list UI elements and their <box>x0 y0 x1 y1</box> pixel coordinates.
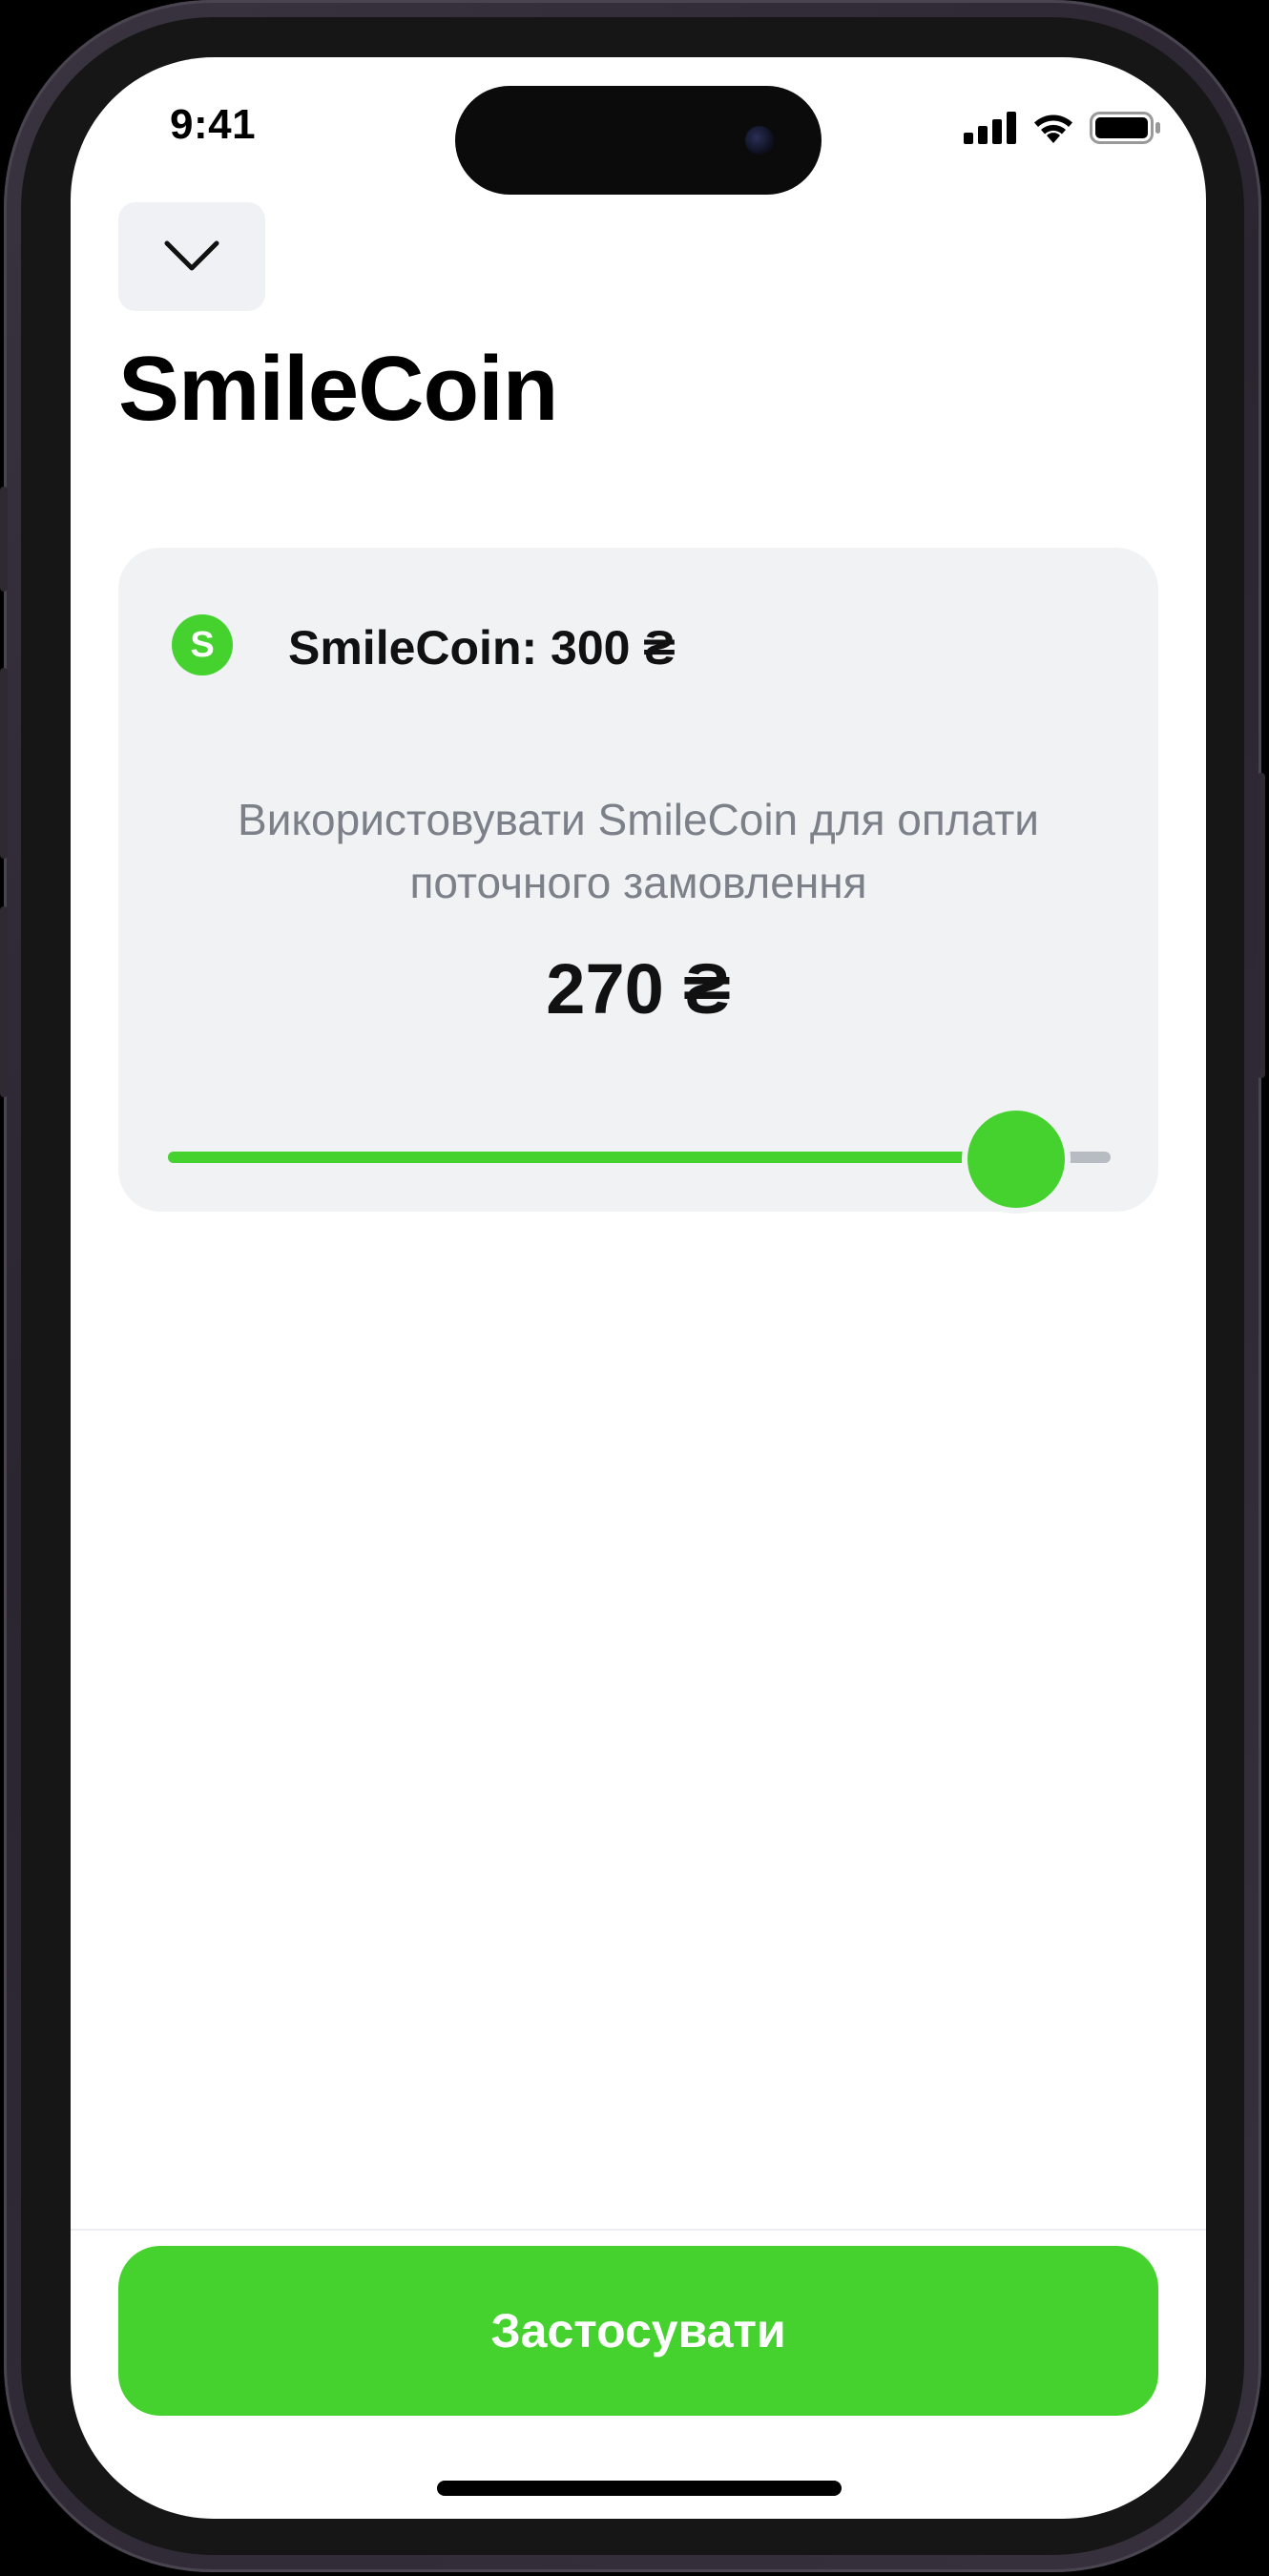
cellular-signal-icon <box>964 112 1016 144</box>
wifi-icon <box>1034 114 1072 143</box>
battery-icon <box>1090 112 1160 144</box>
home-indicator <box>437 2481 842 2496</box>
phone-frame: 9:41 SmileCoin S SmileCoin: 300 ₴ Викори… <box>0 0 1265 2572</box>
status-time: 9:41 <box>170 101 257 148</box>
power-button <box>1258 773 1265 1078</box>
smilecoin-balance: SmileCoin: 300 ₴ <box>288 621 676 675</box>
screen: 9:41 SmileCoin S SmileCoin: 300 ₴ Викори… <box>71 57 1206 2519</box>
footer-divider <box>71 2229 1206 2231</box>
front-camera-icon <box>745 126 774 155</box>
dynamic-island <box>455 86 822 195</box>
chevron-down-icon <box>164 240 219 271</box>
volume-up-button <box>0 668 8 859</box>
status-icons <box>964 111 1162 145</box>
smilecoin-icon: S <box>172 614 233 675</box>
usage-description: Використовувати SmileCoin для оплати пот… <box>238 795 1039 907</box>
page-title: SmileCoin <box>118 338 558 440</box>
amount-slider[interactable] <box>168 1111 1111 1208</box>
collapse-button[interactable] <box>118 202 265 311</box>
slider-thumb[interactable] <box>967 1111 1065 1208</box>
status-bar: 9:41 <box>71 57 1206 200</box>
volume-down-button <box>0 906 8 1097</box>
selected-amount: 270 ₴ <box>546 949 731 1028</box>
action-button <box>0 487 8 592</box>
smilecoin-card: S SmileCoin: 300 ₴ Використовувати Smile… <box>118 548 1158 1212</box>
slider-fill <box>168 1152 1016 1163</box>
apply-button[interactable]: Застосувати <box>118 2246 1158 2416</box>
